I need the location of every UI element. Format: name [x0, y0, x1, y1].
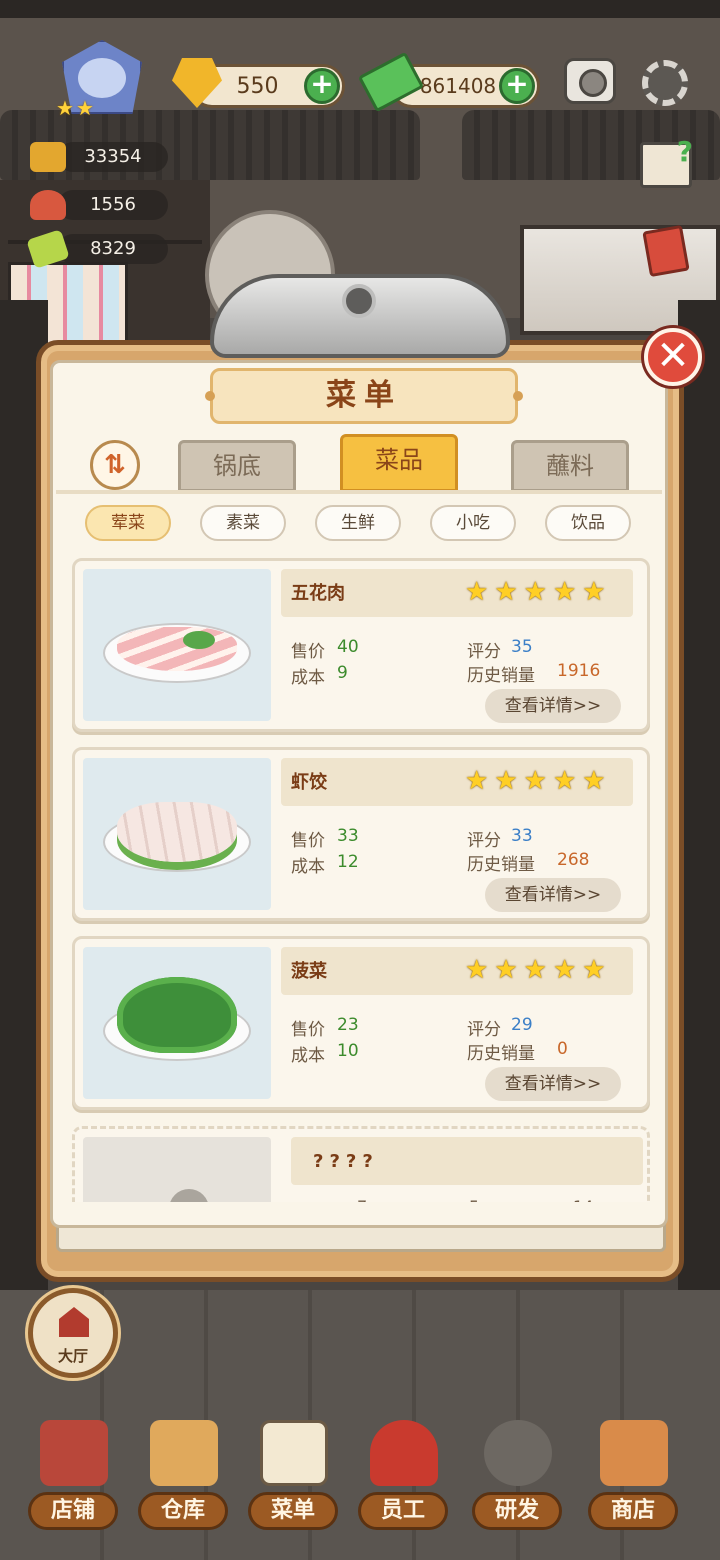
dish-card: 五花肉 ★ ★ ★ ★ ★ 售价 40 成本 9 评分 35 历史销量 1916 查看详… [72, 558, 650, 732]
nav-store[interactable]: 商店 [588, 1420, 680, 1530]
close-button[interactable]: ✕ [644, 328, 702, 386]
dish-sales: 1916 [557, 661, 601, 681]
tab-dishes[interactable]: 菜品 [340, 434, 458, 492]
dish-price: 33 [337, 826, 359, 846]
dish-price: 40 [337, 637, 359, 657]
dish-name: 五花肉 [291, 583, 345, 604]
stat-service: 1556 [30, 188, 168, 222]
dish-rating: 29 [511, 1015, 533, 1035]
locked-dish-image [83, 1137, 271, 1202]
add-cash-button[interactable]: + [499, 68, 535, 104]
lock-icon [169, 1189, 209, 1202]
dish-stars: ★ ★ ★ ★ ★ [465, 955, 606, 985]
market-stall-icon [600, 1420, 668, 1486]
dish-card: 虾饺 ★ ★ ★ ★ ★ 售价 33 成本 12 评分 33 历史销量 268 查看详情… [72, 747, 650, 921]
view-details-button[interactable]: 查看详情>> [485, 1067, 621, 1101]
clipboard-icon [260, 1420, 328, 1486]
nav-menu[interactable]: 菜单 [248, 1420, 340, 1530]
add-gold-button[interactable]: + [304, 68, 340, 104]
dish-sales: 268 [557, 850, 590, 870]
dish-price: 23 [337, 1015, 359, 1035]
dish-list[interactable]: 五花肉 ★ ★ ★ ★ ★ 售价 40 成本 9 评分 35 历史销量 1916 查看详… [70, 554, 654, 1202]
category-fresh[interactable]: 生鲜 [315, 505, 401, 541]
hotpot-icon [30, 142, 66, 172]
chef-icon [370, 1420, 438, 1486]
dish-image [83, 569, 271, 721]
nav-staff[interactable]: 员工 [358, 1420, 450, 1530]
dish-sales: 0 [557, 1039, 568, 1059]
dish-name: 虾饺 [291, 772, 327, 793]
settings-gear-icon[interactable] [642, 60, 688, 106]
locked-dish-name: ???? [313, 1151, 379, 1172]
category-vegetable[interactable]: 素菜 [200, 505, 286, 541]
dish-rating: 35 [511, 637, 533, 657]
dish-card: 菠菜 ★ ★ ★ ★ ★ 售价 23 成本 10 评分 29 历史销量 0 查看详情>> [72, 936, 650, 1110]
boxes-icon [150, 1420, 218, 1486]
dish-stars: ★ ★ ★ ★ ★ [465, 766, 606, 796]
tab-soup-base[interactable]: 锅底 [178, 440, 296, 492]
stat-hotpot: 33354 [30, 140, 168, 174]
red-book-button[interactable] [642, 224, 690, 278]
nav-warehouse[interactable]: 仓库 [138, 1420, 230, 1530]
ticket-icon [26, 229, 70, 269]
tab-divider [56, 490, 662, 494]
dish-stars: ★ ★ ★ ★ ★ [465, 577, 606, 607]
hall-icon [59, 1307, 89, 1337]
dish-cost: 12 [337, 852, 359, 872]
hall-button[interactable]: 大厅 [28, 1288, 118, 1378]
menu-title: 菜单 [205, 368, 523, 424]
dish-rating: 33 [511, 826, 533, 846]
category-meat[interactable]: 荤菜 [85, 505, 171, 541]
view-details-button[interactable]: 查看详情>> [485, 689, 621, 723]
dish-name: 菠菜 [291, 961, 327, 982]
stat-ticket: 8329 [26, 229, 168, 269]
dish-cost: 10 [337, 1041, 359, 1061]
dish-image [83, 947, 271, 1099]
pot-icon [484, 1420, 552, 1486]
storefront-icon [40, 1420, 108, 1486]
locked-dish-card: ???? 评分 7 成本 5 售价 14 [72, 1126, 650, 1202]
category-drink[interactable]: 饮品 [545, 505, 631, 541]
guide-book-button[interactable]: ? [640, 135, 693, 188]
camera-button[interactable] [564, 58, 616, 104]
clipboard-clip [210, 274, 510, 358]
view-details-button[interactable]: 查看详情>> [485, 878, 621, 912]
sort-icon[interactable]: ⇅ [90, 440, 140, 490]
cloche-icon [30, 190, 66, 220]
nav-research[interactable]: 研发 [472, 1420, 564, 1530]
dish-cost: 9 [337, 663, 348, 683]
rank-stars: ★ ★ [56, 96, 94, 120]
tab-dipping-sauce[interactable]: 蘸料 [511, 440, 629, 492]
nav-shop-front[interactable]: 店铺 [28, 1420, 120, 1530]
category-snack[interactable]: 小吃 [430, 505, 516, 541]
dish-image [83, 758, 271, 910]
